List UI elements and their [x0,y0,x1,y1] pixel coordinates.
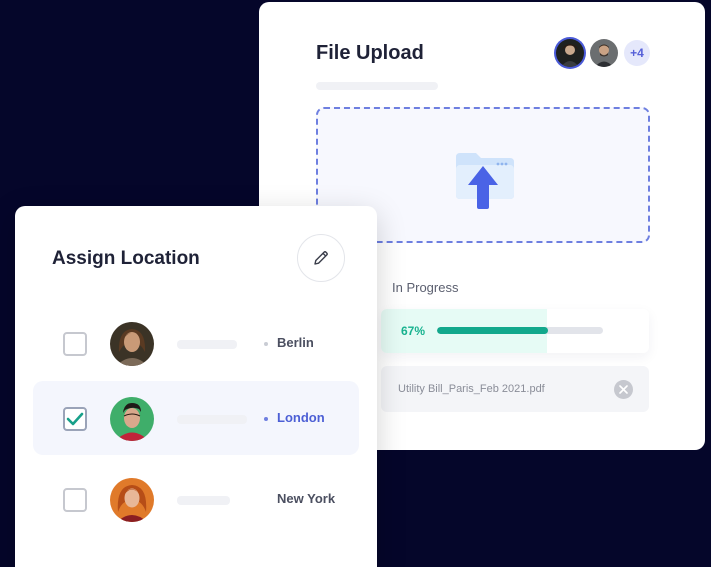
file-name: Utility Bill_Paris_Feb 2021.pdf [398,383,545,395]
assign-location-title: Assign Location [52,248,200,269]
name-placeholder [177,340,237,349]
collaborator-avatar-1[interactable] [556,39,584,67]
progress-label: In Progress [392,280,459,295]
location-dot [264,342,268,346]
name-placeholder [177,415,247,424]
subtitle-placeholder [316,82,438,90]
file-upload-title: File Upload [316,42,424,64]
location-checkbox-london[interactable] [63,407,87,431]
remove-file-button[interactable] [614,380,633,399]
checkmark-icon [66,412,84,426]
close-icon [619,385,628,394]
avatar [110,478,154,522]
stage: File Upload +4 In Progress 67% Utility B… [0,0,711,567]
uploaded-file-item: Utility Bill_Paris_Feb 2021.pdf [381,366,649,412]
location-row-london[interactable]: London [33,381,359,455]
person-avatar-icon [110,397,154,441]
folder-upload-icon [456,153,514,209]
person-avatar-icon [110,322,154,366]
location-checkbox-berlin[interactable] [63,332,87,356]
progress-fill [437,327,549,334]
progress-percent: 67% [401,324,426,338]
edit-button[interactable] [297,234,345,282]
location-name: London [277,410,325,425]
location-name: Berlin [277,335,314,350]
more-collaborators-badge[interactable]: +4 [624,40,650,66]
avatar [110,322,154,366]
person-avatar-icon [561,44,579,67]
upload-progress: 67% [381,309,649,353]
location-dot [264,417,268,421]
assign-location-card: Assign Location Berlin London New York [15,206,377,567]
person-avatar-icon [595,44,613,67]
location-row-berlin[interactable]: Berlin [33,306,359,380]
location-row-new-york[interactable]: New York [33,462,359,536]
collaborator-avatars: +4 [556,39,650,67]
location-name: New York [277,491,336,506]
person-avatar-icon [110,478,154,522]
avatar [110,397,154,441]
progress-track [437,327,603,334]
location-checkbox-new-york[interactable] [63,488,87,512]
pencil-icon [314,251,328,265]
name-placeholder [177,496,230,505]
collaborator-avatar-2[interactable] [590,39,618,67]
